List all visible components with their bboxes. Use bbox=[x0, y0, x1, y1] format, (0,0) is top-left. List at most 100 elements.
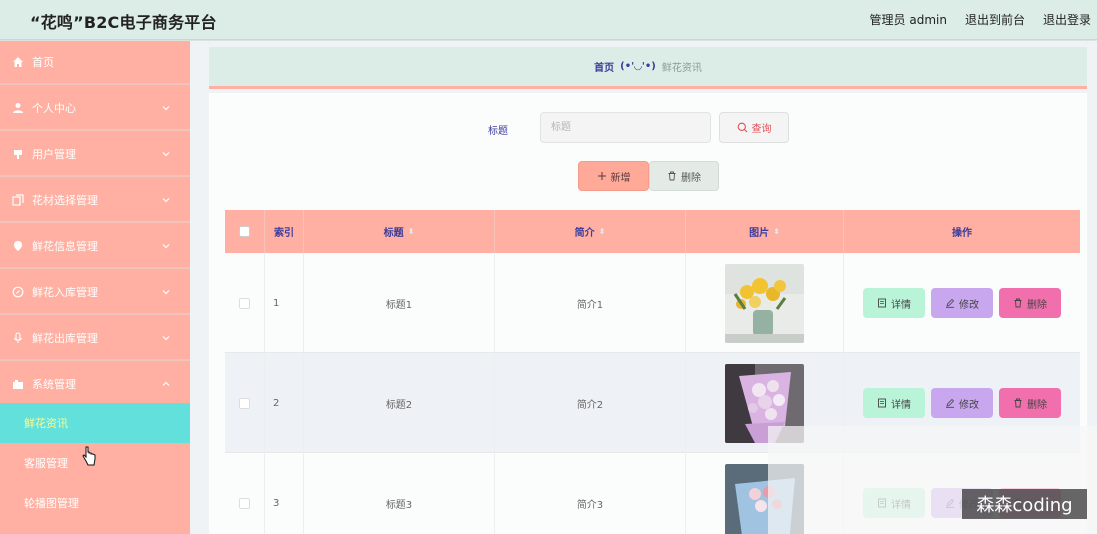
sidebar-item-label: 个人中心 bbox=[32, 102, 76, 115]
top-header: “花鸣”B2C电子商务平台 管理员 admin 退出到前台 退出登录 bbox=[0, 0, 1097, 40]
sidebar-item-home[interactable]: 首页 bbox=[0, 41, 190, 85]
breadcrumb-separator: (•'◡'•) bbox=[620, 61, 656, 72]
sidebar-item-flower-info[interactable]: 鲜花信息管理 bbox=[0, 225, 190, 269]
add-button-label: 新增 bbox=[610, 172, 631, 184]
header-nav: 管理员 admin 退出到前台 退出登录 bbox=[870, 11, 1091, 28]
chevron-up-icon bbox=[162, 381, 170, 386]
search-input[interactable] bbox=[540, 112, 711, 143]
search-icon bbox=[737, 122, 747, 133]
row-actions: 详情 修改 删除 bbox=[844, 253, 1080, 353]
header-index-label: 索引 bbox=[274, 228, 294, 239]
search-label: 标题 bbox=[488, 126, 508, 137]
front-link[interactable]: 退出到前台 bbox=[965, 11, 1025, 28]
row-intro: 简介3 bbox=[495, 453, 686, 534]
breadcrumb-home[interactable]: 首页 bbox=[594, 59, 614, 74]
batch-delete-button[interactable]: 删除 bbox=[649, 161, 719, 191]
row-title: 标题3 bbox=[304, 453, 495, 534]
sidebar-subitem-label: 客服管理 bbox=[24, 457, 68, 470]
table-row: 1 标题1 简介1 详情 修改 删除 bbox=[225, 253, 1080, 353]
pencil-icon bbox=[946, 298, 955, 308]
header-image[interactable]: 图片 ⬍ bbox=[686, 210, 844, 253]
delete-button[interactable]: 删除 bbox=[999, 388, 1061, 418]
row-index: 2 bbox=[265, 353, 304, 453]
edit-button-label: 修改 bbox=[959, 399, 979, 411]
hand-cursor-icon bbox=[82, 446, 96, 466]
header-intro[interactable]: 简介 ⬍ bbox=[495, 210, 686, 253]
query-button-label: 查询 bbox=[751, 124, 772, 135]
box-icon bbox=[12, 378, 24, 390]
sidebar-item-system[interactable]: 系统管理 bbox=[0, 363, 190, 407]
sidebar-item-label: 用户管理 bbox=[32, 148, 76, 161]
header-actions-label: 操作 bbox=[952, 228, 972, 239]
sidebar-subitem-label: 鲜花资讯 bbox=[24, 417, 68, 430]
header-title[interactable]: 标题 ⬍ bbox=[304, 210, 495, 253]
row-title: 标题2 bbox=[304, 353, 495, 453]
row-intro: 简介2 bbox=[495, 353, 686, 453]
detail-button-label: 详情 bbox=[891, 399, 911, 411]
chevron-down-icon bbox=[162, 198, 170, 203]
row-select-cell bbox=[225, 453, 265, 534]
sidebar-item-label: 鲜花入库管理 bbox=[32, 286, 98, 299]
sidebar-item-label: 花材选择管理 bbox=[32, 194, 98, 207]
sort-icon: ⬍ bbox=[598, 226, 606, 236]
row-select-cell bbox=[225, 253, 265, 353]
chevron-down-icon bbox=[162, 290, 170, 295]
delete-button-label: 删除 bbox=[1027, 299, 1047, 311]
chevron-down-icon bbox=[162, 106, 170, 111]
document-icon bbox=[878, 398, 886, 408]
row-checkbox[interactable] bbox=[239, 397, 250, 409]
header-image-label: 图片 bbox=[749, 228, 770, 239]
delete-button[interactable]: 删除 bbox=[999, 288, 1061, 318]
row-checkbox[interactable] bbox=[239, 297, 250, 309]
header-index: 索引 bbox=[265, 210, 304, 253]
table-header: 索引 标题 ⬍ 简介 ⬍ 图片 ⬍ 操作 bbox=[225, 210, 1080, 253]
document-icon bbox=[878, 298, 886, 308]
sidebar-item-stock-in[interactable]: 鲜花入库管理 bbox=[0, 271, 190, 315]
sidebar-subitem-label: 轮播图管理 bbox=[24, 497, 79, 510]
row-intro: 简介1 bbox=[495, 253, 686, 353]
row-title: 标题1 bbox=[304, 253, 495, 353]
header-title-label: 标题 bbox=[383, 228, 404, 239]
sidebar-item-label: 首页 bbox=[32, 56, 54, 69]
detail-button[interactable]: 详情 bbox=[863, 388, 925, 418]
pin-icon bbox=[12, 148, 24, 160]
row-index: 1 bbox=[265, 253, 304, 353]
detail-button-label: 详情 bbox=[891, 299, 911, 311]
sidebar-subitem-flower-news[interactable]: 鲜花资讯 bbox=[0, 403, 190, 443]
sidebar-item-label: 鲜花信息管理 bbox=[32, 240, 98, 253]
row-checkbox[interactable] bbox=[239, 497, 250, 509]
sidebar-item-label: 鲜花出库管理 bbox=[32, 332, 98, 345]
edit-button[interactable]: 修改 bbox=[931, 388, 993, 418]
trash-icon bbox=[668, 171, 676, 181]
sort-icon: ⬍ bbox=[773, 226, 780, 236]
copy-icon bbox=[12, 194, 24, 206]
watermark: 森森coding bbox=[962, 489, 1087, 519]
location-icon bbox=[12, 240, 24, 252]
sidebar-item-profile[interactable]: 个人中心 bbox=[0, 87, 190, 131]
row-select-cell bbox=[225, 353, 265, 453]
user-icon bbox=[12, 102, 24, 114]
chevron-down-icon bbox=[162, 244, 170, 249]
row-index: 3 bbox=[265, 453, 304, 534]
compass-icon bbox=[12, 286, 24, 298]
sidebar-item-materials[interactable]: 花材选择管理 bbox=[0, 179, 190, 223]
logout-link[interactable]: 退出登录 bbox=[1043, 11, 1091, 28]
chevron-down-icon bbox=[162, 336, 170, 341]
select-all-checkbox[interactable] bbox=[239, 226, 250, 237]
sidebar-item-users[interactable]: 用户管理 bbox=[0, 133, 190, 177]
sidebar-item-stock-out[interactable]: 鲜花出库管理 bbox=[0, 317, 190, 361]
current-user: 管理员 admin bbox=[869, 13, 947, 27]
mic-icon bbox=[12, 332, 24, 344]
pencil-icon bbox=[946, 398, 955, 408]
breadcrumb: 首页 (•'◡'•) 鲜花资讯 bbox=[209, 47, 1087, 89]
edit-button[interactable]: 修改 bbox=[931, 288, 993, 318]
sort-icon: ⬍ bbox=[407, 226, 415, 236]
home-icon bbox=[12, 56, 24, 68]
query-button[interactable]: 查询 bbox=[719, 112, 789, 143]
detail-button[interactable]: 详情 bbox=[863, 288, 925, 318]
chevron-down-icon bbox=[162, 152, 170, 157]
delete-button-label: 删除 bbox=[1027, 399, 1047, 411]
flower-thumbnail[interactable] bbox=[725, 263, 804, 343]
add-button[interactable]: 新增 bbox=[578, 161, 649, 191]
sidebar-subitem-carousel[interactable]: 轮播图管理 bbox=[0, 483, 190, 523]
